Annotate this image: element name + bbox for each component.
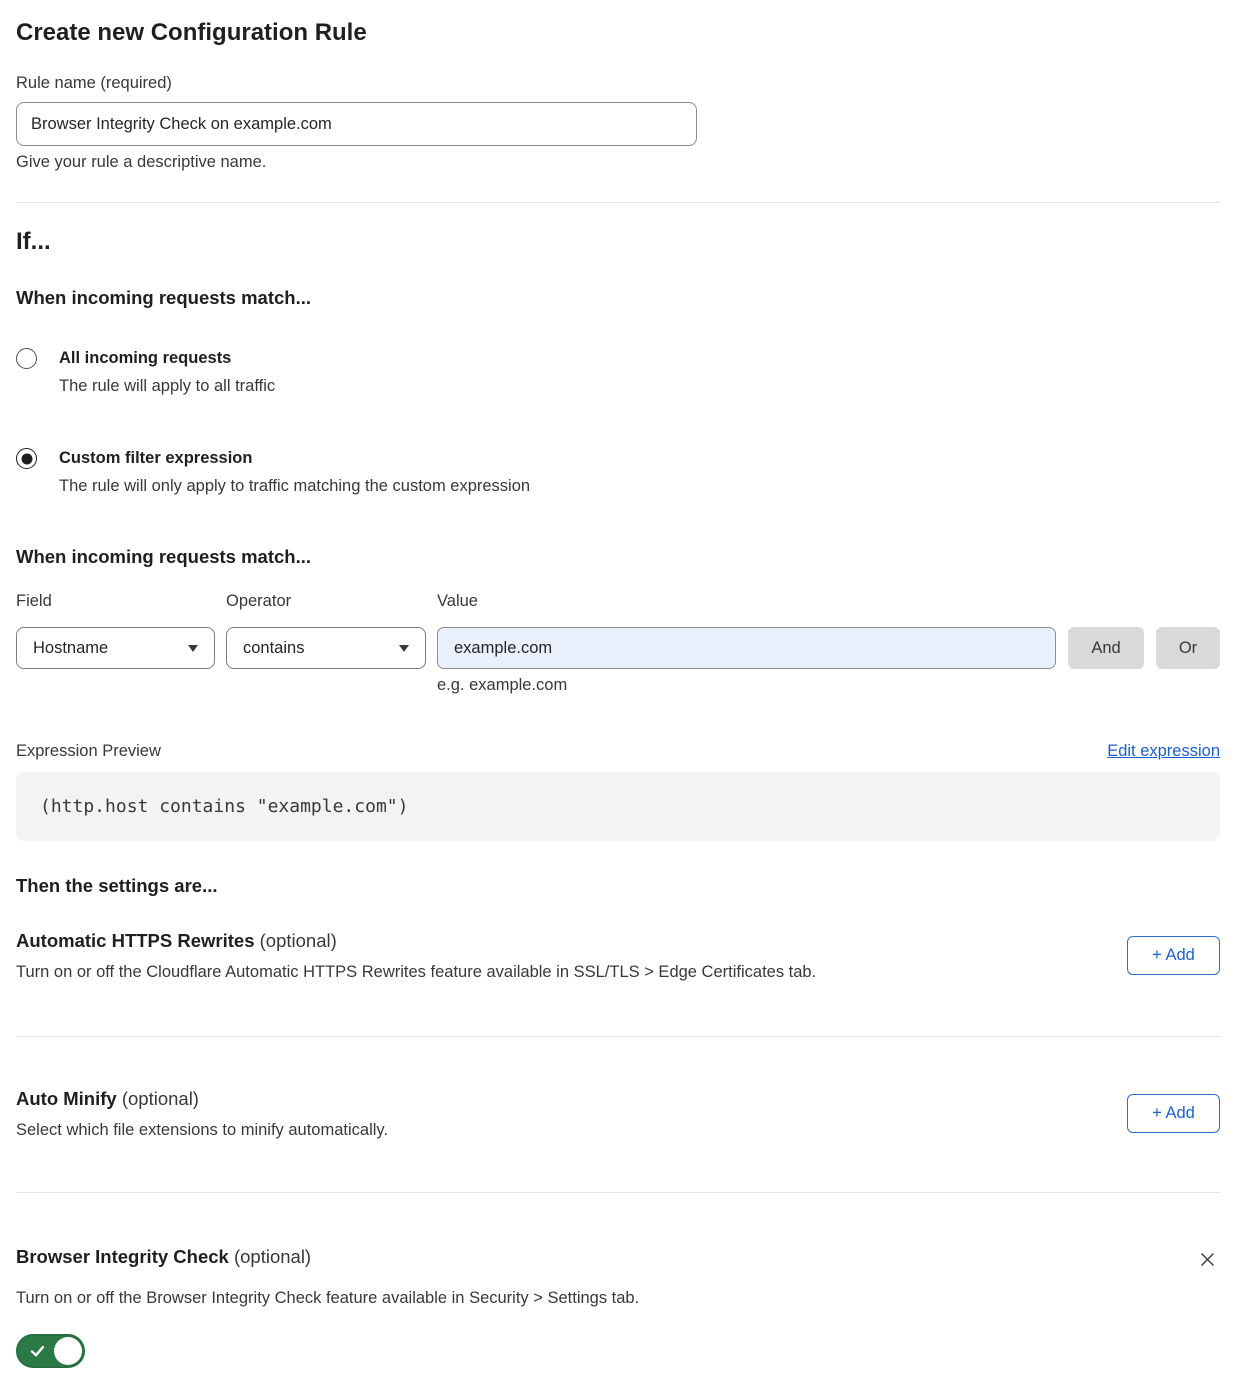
setting-divider: [16, 1036, 1220, 1037]
rule-name-label: Rule name (required): [16, 74, 1220, 93]
expression-preview-label: Expression Preview: [16, 742, 161, 761]
setting-title: Auto Minify (optional): [16, 1087, 388, 1110]
setting-title-text: Auto Minify: [16, 1088, 117, 1109]
radio-description: The rule will only apply to traffic matc…: [59, 477, 530, 496]
filter-column-labels: Field Operator Value: [16, 592, 1220, 611]
setting-optional-tag: (optional): [122, 1088, 199, 1109]
setting-optional-tag: (optional): [234, 1246, 311, 1267]
add-auto-minify-button[interactable]: + Add: [1127, 1094, 1220, 1133]
setting-title-text: Browser Integrity Check: [16, 1246, 229, 1267]
edit-expression-link[interactable]: Edit expression: [1107, 742, 1220, 761]
setting-optional-tag: (optional): [260, 930, 337, 951]
radio-description: The rule will apply to all traffic: [59, 377, 275, 396]
setting-title: Automatic HTTPS Rewrites (optional): [16, 929, 816, 952]
page-title: Create new Configuration Rule: [16, 18, 1220, 47]
radio-button-unselected[interactable]: [16, 348, 37, 369]
field-select[interactable]: Hostname: [16, 627, 215, 669]
rule-name-help: Give your rule a descriptive name.: [16, 153, 1220, 172]
setting-divider: [16, 1192, 1220, 1193]
setting-browser-integrity-check: Browser Integrity Check (optional) Turn …: [16, 1245, 1220, 1368]
radio-option-custom-filter-expression[interactable]: Custom filter expression The rule will o…: [16, 448, 1220, 496]
value-column-label: Value: [437, 592, 1056, 611]
radio-label[interactable]: All incoming requests: [59, 348, 275, 368]
setting-automatic-https-rewrites: Automatic HTTPS Rewrites (optional) Turn…: [16, 929, 1220, 982]
operator-select-value: contains: [243, 639, 304, 658]
create-configuration-rule-page: Create new Configuration Rule Rule name …: [0, 0, 1237, 1384]
check-icon: [29, 1343, 46, 1364]
setting-title-text: Automatic HTTPS Rewrites: [16, 930, 255, 951]
setting-title: Browser Integrity Check (optional): [16, 1245, 311, 1268]
setting-description: Turn on or off the Browser Integrity Che…: [16, 1289, 1220, 1308]
setting-description: Select which file extensions to minify a…: [16, 1120, 388, 1140]
field-column-label: Field: [16, 592, 226, 611]
radio-option-all-incoming-requests[interactable]: All incoming requests The rule will appl…: [16, 348, 1220, 396]
toggle-knob[interactable]: [54, 1337, 82, 1365]
operator-select[interactable]: contains: [226, 627, 426, 669]
field-select-value: Hostname: [33, 639, 108, 658]
value-hint: e.g. example.com: [437, 676, 1220, 695]
close-icon[interactable]: [1195, 1247, 1220, 1272]
value-input[interactable]: [437, 627, 1056, 669]
section-divider: [16, 202, 1220, 203]
match-heading: When incoming requests match...: [16, 287, 1220, 309]
browser-integrity-check-toggle[interactable]: [16, 1334, 85, 1368]
expression-preview-row: Expression Preview Edit expression: [16, 742, 1220, 761]
filter-heading: When incoming requests match...: [16, 546, 1220, 568]
or-button[interactable]: Or: [1156, 627, 1220, 669]
operator-column-label: Operator: [226, 592, 437, 611]
chevron-down-icon: [399, 645, 409, 652]
radio-button-selected[interactable]: [16, 448, 37, 469]
chevron-down-icon: [188, 645, 198, 652]
expression-preview-code: (http.host contains "example.com"): [16, 772, 1220, 841]
rule-name-input[interactable]: [16, 102, 697, 146]
setting-auto-minify: Auto Minify (optional) Select which file…: [16, 1087, 1220, 1140]
settings-heading: Then the settings are...: [16, 875, 1220, 897]
setting-description: Turn on or off the Cloudflare Automatic …: [16, 962, 816, 982]
filter-expression-row: Hostname contains And Or: [16, 627, 1220, 669]
add-automatic-https-rewrites-button[interactable]: + Add: [1127, 936, 1220, 975]
radio-label[interactable]: Custom filter expression: [59, 448, 530, 468]
if-heading: If...: [16, 227, 1220, 256]
and-button[interactable]: And: [1068, 627, 1144, 669]
